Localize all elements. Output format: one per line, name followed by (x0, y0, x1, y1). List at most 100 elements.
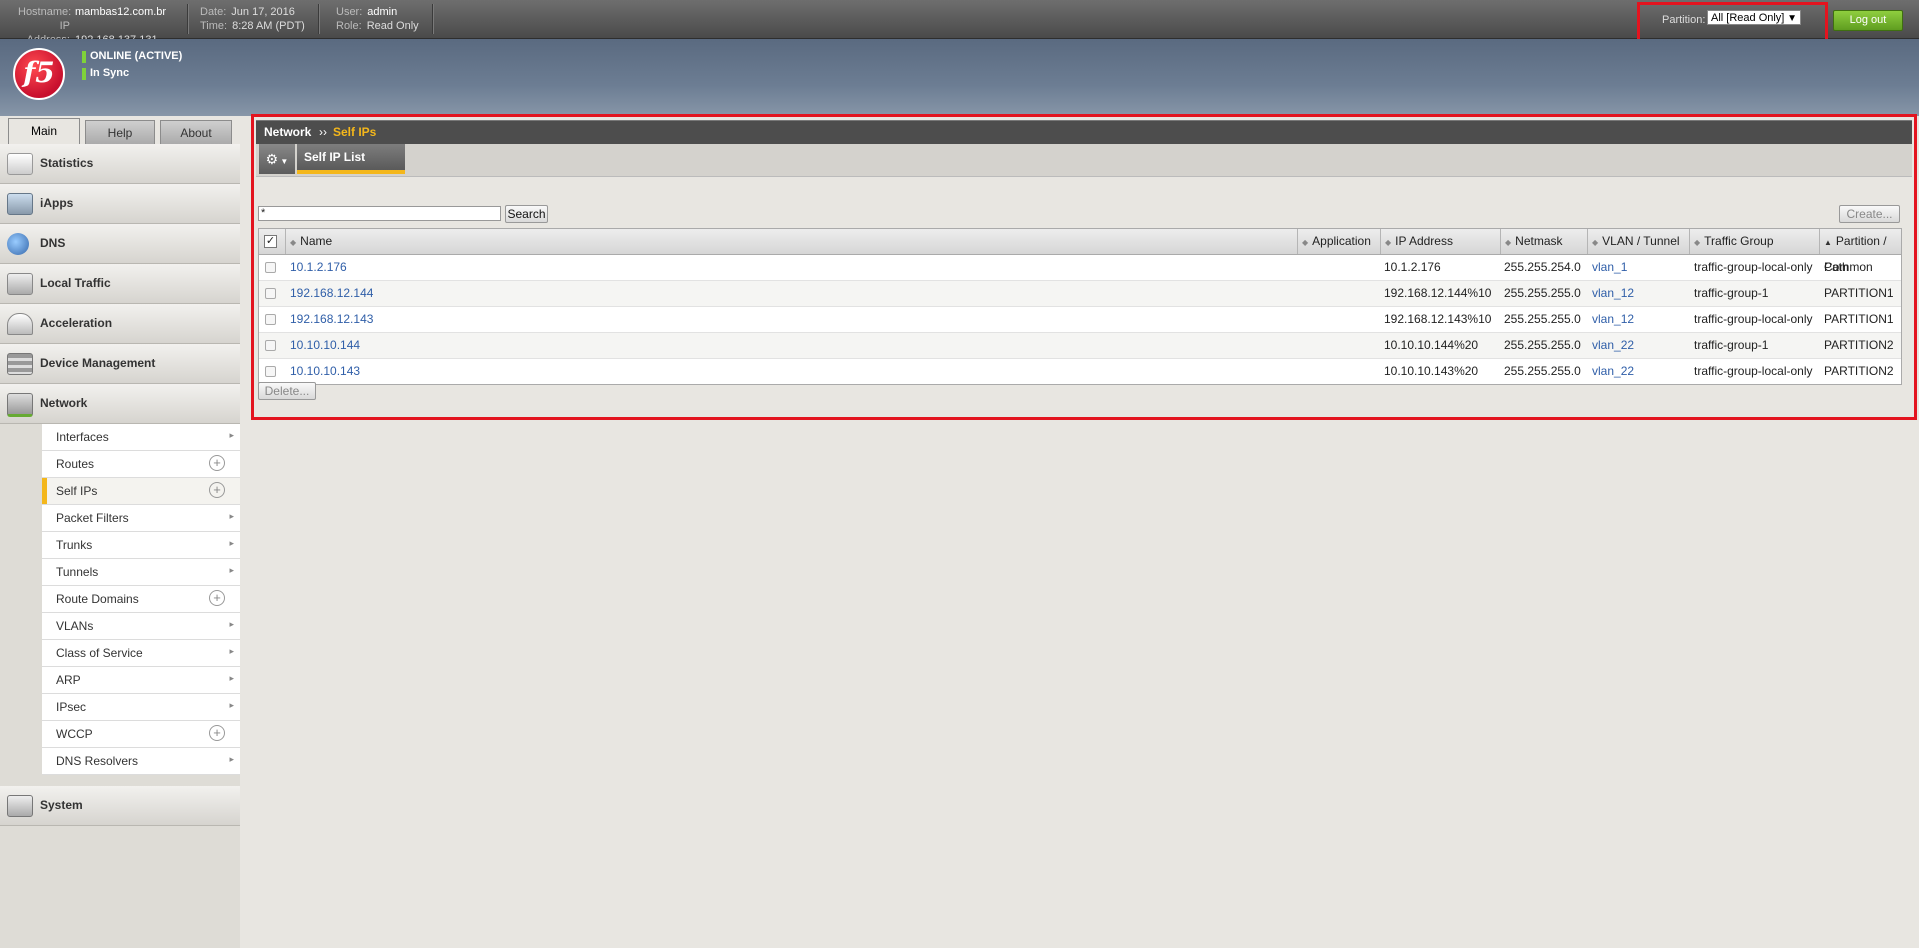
sidebar-item-dns-resolvers[interactable]: DNS Resolvers ▸ (42, 748, 240, 775)
netmask-cell: 255.255.254.0 (1504, 260, 1581, 274)
self-ip-name-link[interactable]: 10.1.2.176 (290, 255, 347, 280)
ip-address-cell: 10.10.10.143%20 (1384, 364, 1479, 378)
partition-cell: PARTITION2 (1824, 338, 1894, 352)
time-label: Time: (200, 20, 228, 32)
column-header-partition-path[interactable]: ▲ Partition / Path (1819, 229, 1901, 274)
header-separator (318, 4, 320, 34)
row-checkbox[interactable] (265, 288, 276, 299)
sidebar-item-class-of-service[interactable]: Class of Service ▸ (42, 640, 240, 667)
sidebar-item-ipsec[interactable]: IPsec ▸ (42, 694, 240, 721)
sidebar-item-packet-filters[interactable]: Packet Filters ▸ (42, 505, 240, 532)
tab-help[interactable]: Help (85, 120, 155, 145)
vlan-link[interactable]: vlan_22 (1592, 333, 1634, 358)
select-all-checkbox[interactable]: ✓ (264, 235, 277, 248)
sidebar-item-label: Routes (56, 457, 95, 471)
search-button[interactable]: Search (505, 205, 548, 223)
column-header-name[interactable]: ◆ Name (285, 229, 1297, 254)
sidebar-item-vlans[interactable]: VLANs ▸ (42, 613, 240, 640)
nav-label: Device Management (40, 356, 156, 370)
table-header: ✓ ◆ Name ◆ Application ◆ IP Address ◆ Netmas… (259, 229, 1901, 274)
self-ip-name-link[interactable]: 10.10.10.143 (290, 359, 360, 384)
vlan-link[interactable]: vlan_12 (1592, 307, 1634, 332)
column-header-application[interactable]: ◆ Application (1297, 229, 1380, 254)
row-checkbox[interactable] (265, 314, 276, 325)
chevron-right-icon: ▸ (229, 565, 234, 575)
nav-device-management[interactable]: Device Management (0, 344, 240, 384)
nav-label: DNS (40, 236, 66, 250)
sidebar-item-trunks[interactable]: Trunks ▸ (42, 532, 240, 559)
local-traffic-icon (7, 273, 33, 295)
self-ip-name-link[interactable]: 192.168.12.144 (290, 281, 373, 306)
traffic-group-cell: traffic-group-local-only (1694, 364, 1813, 378)
nav-label: Local Traffic (40, 276, 111, 290)
tab-self-ip-list[interactable]: Self IP List (297, 144, 405, 174)
add-circle-icon[interactable]: + (209, 725, 225, 741)
column-header-netmask[interactable]: ◆ Netmask (1500, 229, 1587, 254)
column-header-traffic-group[interactable]: ◆ Traffic Group (1689, 229, 1819, 254)
netmask-cell: 255.255.255.0 (1504, 286, 1581, 300)
nav-acceleration[interactable]: Acceleration (0, 304, 240, 344)
add-circle-icon[interactable]: + (209, 482, 225, 498)
row-checkbox[interactable] (265, 262, 276, 273)
self-ip-name-link[interactable]: 192.168.12.143 (290, 307, 373, 332)
tab-about[interactable]: About (160, 120, 232, 145)
column-header-vlan-tunnel[interactable]: ◆ VLAN / Tunnel (1587, 229, 1689, 254)
nav-label: Statistics (40, 156, 94, 170)
table-row: 10.1.2.176 10.1.2.176 255.255.254.0 vlan… (259, 255, 1901, 281)
traffic-group-cell: traffic-group-local-only (1694, 312, 1813, 326)
role-label: Role: (336, 20, 362, 32)
nav-iapps[interactable]: iApps (0, 184, 240, 224)
nav-statistics[interactable]: Statistics (0, 144, 240, 184)
search-input[interactable]: * (258, 206, 501, 221)
create-button[interactable]: Create... (1839, 205, 1900, 223)
partition-cell: Common (1824, 260, 1873, 274)
sort-icon: ◆ (1694, 238, 1701, 247)
time-value: 8:28 AM (PDT) (232, 20, 305, 32)
traffic-group-cell: traffic-group-1 (1694, 286, 1769, 300)
add-circle-icon[interactable]: + (209, 590, 225, 606)
traffic-group-cell: traffic-group-1 (1694, 338, 1769, 352)
netmask-cell: 255.255.255.0 (1504, 364, 1581, 378)
sidebar-item-route-domains[interactable]: Route Domains + (42, 586, 240, 613)
partition-label: Partition: (1662, 14, 1706, 26)
nav-system[interactable]: System (0, 786, 240, 826)
row-checkbox[interactable] (265, 366, 276, 377)
column-label: Application (1312, 234, 1371, 248)
self-ip-table: ✓ ◆ Name ◆ Application ◆ IP Address ◆ Netmas… (258, 228, 1902, 385)
sidebar-item-tunnels[interactable]: Tunnels ▸ (42, 559, 240, 586)
sidebar-item-wccp[interactable]: WCCP + (42, 721, 240, 748)
nav-network[interactable]: Network (0, 384, 240, 424)
self-ip-name-link[interactable]: 10.10.10.144 (290, 333, 360, 358)
sidebar-item-interfaces[interactable]: Interfaces ▸ (42, 424, 240, 451)
sidebar-item-arp[interactable]: ARP ▸ (42, 667, 240, 694)
header-separator (187, 4, 189, 34)
datetime-info: Date: Jun 17, 2016 Time: 8:28 AM (PDT) (200, 5, 305, 33)
sidebar-item-label: Class of Service (56, 646, 143, 660)
sidebar-item-self-ips[interactable]: Self IPs + (42, 478, 240, 505)
column-label: Netmask (1515, 234, 1563, 248)
add-circle-icon[interactable]: + (209, 455, 225, 471)
nav-local-traffic[interactable]: Local Traffic (0, 264, 240, 304)
status-sync: In Sync (82, 67, 129, 80)
partition-dropdown[interactable]: All [Read Only] ▼ (1707, 10, 1801, 25)
nav-dns[interactable]: DNS (0, 224, 240, 264)
header-separator (432, 4, 434, 34)
breadcrumb-network[interactable]: Network (264, 125, 311, 139)
row-checkbox[interactable] (265, 340, 276, 351)
table-row: 192.168.12.144 192.168.12.144%10 255.255… (259, 281, 1901, 307)
sort-icon: ◆ (1302, 238, 1309, 247)
column-label: VLAN / Tunnel (1602, 234, 1680, 248)
nav-label: Network (40, 396, 88, 410)
column-header-ip-address[interactable]: ◆ IP Address (1380, 229, 1500, 254)
logout-button[interactable]: Log out (1833, 10, 1903, 31)
iapps-icon (7, 193, 33, 215)
vlan-link[interactable]: vlan_12 (1592, 281, 1634, 306)
vlan-link[interactable]: vlan_22 (1592, 359, 1634, 384)
vlan-link[interactable]: vlan_1 (1592, 255, 1627, 280)
tab-main[interactable]: Main (8, 118, 80, 145)
delete-button[interactable]: Delete... (258, 382, 316, 400)
netmask-cell: 255.255.255.0 (1504, 312, 1581, 326)
sidebar-item-routes[interactable]: Routes + (42, 451, 240, 478)
gear-menu-button[interactable]: ⚙ ▼ (259, 144, 295, 174)
sort-ascending-icon: ▲ (1824, 238, 1832, 247)
